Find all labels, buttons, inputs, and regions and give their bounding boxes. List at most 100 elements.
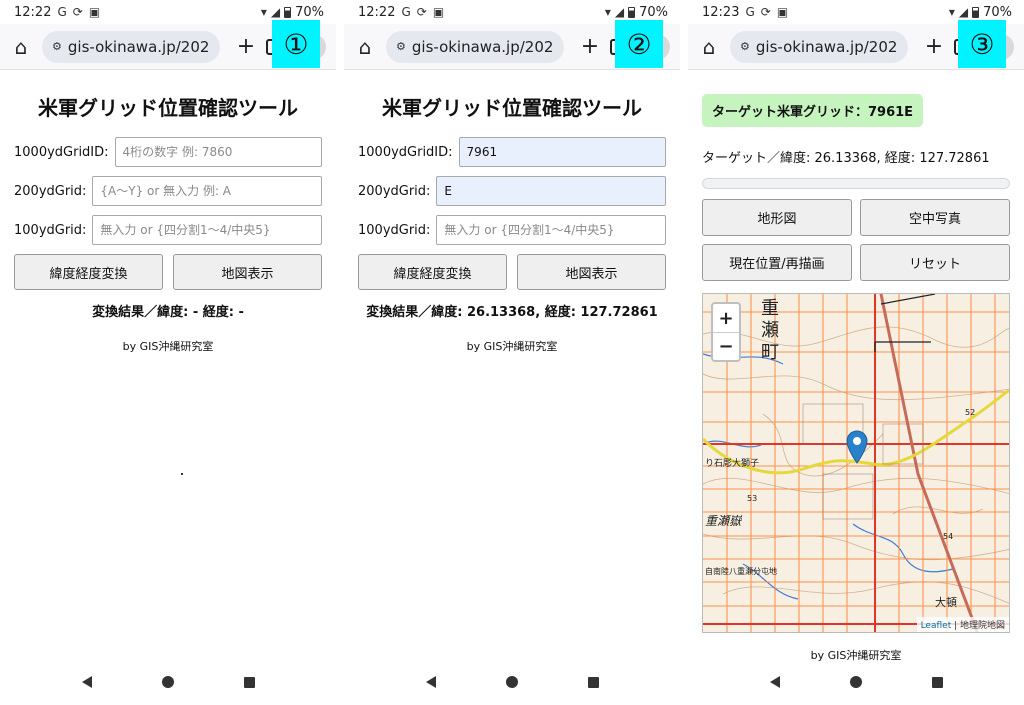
phone-screen-1: 12:22 G ⟳ ▣ ▾ ◢ 70% ⌂ ⚙ gis-okinawa.jp/2… (0, 0, 336, 705)
signal-icon: ◢ (270, 5, 281, 19)
map-label-place: 大頓 (935, 596, 957, 609)
recents-icon[interactable] (587, 676, 599, 688)
battery-icon (628, 6, 636, 18)
google-icon: G (745, 5, 755, 19)
zoom-control: + − (711, 302, 741, 362)
stray-dot (181, 473, 183, 475)
phone-screen-3: 12:23 G ⟳ ▣ ▾ ◢ 70% ⌂ ⚙ gis-okinawa.jp/2… (688, 0, 1024, 705)
topo-map-button[interactable]: 地形図 (702, 199, 852, 236)
battery-level: 70% (295, 4, 324, 20)
home-circle-icon[interactable] (849, 676, 862, 688)
site-settings-icon[interactable]: ⚙ (396, 40, 406, 53)
map-label-elev-54: 54 (943, 532, 954, 541)
convert-button[interactable]: 緯度経度変換 (358, 254, 507, 290)
sync-icon: ⟳ (72, 5, 83, 19)
address-bar[interactable]: ⚙ gis-okinawa.jp/2024f (386, 30, 564, 63)
url-text: gis-okinawa.jp/2024f (67, 37, 210, 56)
map-label-mountain: 重瀬嶽 (705, 514, 742, 528)
step-badge-1: ① (272, 20, 320, 68)
battery-icon (972, 6, 980, 18)
phone-screen-2: 12:22 G ⟳ ▣ ▾ ◢ 70% ⌂ ⚙ gis-okinawa.jp/2… (344, 0, 680, 705)
grid-1000-input[interactable] (114, 137, 322, 167)
home-circle-icon[interactable] (161, 676, 174, 688)
progress-bar (702, 178, 1010, 189)
address-bar[interactable]: ⚙ gis-okinawa.jp/2024f (730, 30, 908, 63)
notification-icon: ▣ (432, 5, 445, 19)
signal-icon: ◢ (614, 5, 625, 19)
wifi-icon: ▾ (604, 5, 611, 19)
reset-button[interactable]: リセット (860, 244, 1010, 281)
conversion-result: 変換結果／緯度: - 経度: - (92, 305, 244, 320)
site-settings-icon[interactable]: ⚙ (52, 40, 62, 53)
locate-redraw-button[interactable]: 現在位置/再描画 (702, 244, 852, 281)
back-icon[interactable] (425, 676, 436, 688)
back-icon[interactable] (769, 676, 780, 688)
back-icon[interactable] (81, 676, 92, 688)
sync-icon: ⟳ (416, 5, 427, 19)
step-badge-3: ③ (958, 20, 1006, 68)
show-map-button[interactable]: 地図表示 (173, 254, 322, 290)
target-latlon: ターゲット／緯度: 26.13368, 経度: 127.72861 (702, 151, 990, 166)
show-map-button[interactable]: 地図表示 (517, 254, 666, 290)
google-icon: G (401, 5, 411, 19)
battery-level: 70% (639, 4, 668, 20)
address-bar[interactable]: ⚙ gis-okinawa.jp/2024f (42, 30, 220, 63)
site-settings-icon[interactable]: ⚙ (740, 40, 750, 53)
leaflet-link[interactable]: Leaflet (921, 621, 952, 631)
battery-level: 70% (983, 4, 1012, 20)
convert-button[interactable]: 緯度経度変換 (14, 254, 163, 290)
grid-100-label: 100ydGrid: (14, 222, 87, 238)
google-icon: G (57, 5, 67, 19)
system-nav-bar (0, 667, 336, 697)
page-title: 米軍グリッド位置確認ツール (38, 96, 298, 120)
new-tab-icon[interactable]: + (924, 34, 944, 59)
map-view[interactable]: + − 重瀬町 り石彫大獅子 重瀬嶽 自南陸八重瀬分屯地 大頓 52 54 53… (702, 293, 1010, 633)
credit-text: by GIS沖縄研究室 (122, 340, 214, 353)
map-label-elev-53: 53 (747, 494, 758, 503)
grid-100-input[interactable] (92, 215, 322, 245)
status-time: 12:23 (702, 4, 740, 20)
grid-200-input[interactable] (92, 176, 322, 206)
grid-1000-label: 1000ydGridID: (358, 144, 453, 160)
new-tab-icon[interactable]: + (236, 34, 256, 59)
grid-100-input[interactable] (436, 215, 666, 245)
notification-icon: ▣ (88, 5, 101, 19)
home-circle-icon[interactable] (505, 676, 518, 688)
home-icon[interactable]: ⌂ (698, 35, 720, 59)
zoom-in-button[interactable]: + (713, 304, 739, 332)
zoom-out-button[interactable]: − (713, 332, 739, 360)
home-icon[interactable]: ⌂ (354, 35, 376, 59)
recents-icon[interactable] (931, 676, 943, 688)
url-text: gis-okinawa.jp/2024f (411, 37, 554, 56)
sync-icon: ⟳ (760, 5, 771, 19)
map-label-station: 自南陸八重瀬分屯地 (705, 567, 777, 576)
target-grid-chip: ターゲット米軍グリッド：7961E (702, 94, 924, 127)
new-tab-icon[interactable]: + (580, 34, 600, 59)
grid-1000-label: 1000ydGridID: (14, 144, 109, 160)
wifi-icon: ▾ (948, 5, 955, 19)
step-badge-2: ② (615, 20, 663, 68)
map-attribution: Leaflet | 地理院地図 (916, 617, 1009, 632)
grid-200-input[interactable] (436, 176, 666, 206)
location-marker-icon[interactable] (846, 430, 868, 464)
conversion-result: 変換結果／緯度: 26.13368, 経度: 127.72861 (366, 305, 658, 320)
system-nav-bar (344, 667, 680, 697)
grid-100-label: 100ydGrid: (358, 222, 431, 238)
grid-200-label: 200ydGrid: (14, 183, 87, 199)
status-time: 12:22 (358, 4, 396, 20)
aerial-photo-button[interactable]: 空中写真 (860, 199, 1010, 236)
grid-200-label: 200ydGrid: (358, 183, 431, 199)
recents-icon[interactable] (243, 676, 255, 688)
url-text: gis-okinawa.jp/2024f (755, 37, 898, 56)
page-title: 米軍グリッド位置確認ツール (382, 96, 642, 120)
map-label-elev-52: 52 (965, 408, 976, 417)
notification-icon: ▣ (776, 5, 789, 19)
signal-icon: ◢ (958, 5, 969, 19)
map-label-town: 重瀬町 (758, 298, 779, 364)
credit-text: by GIS沖縄研究室 (810, 649, 902, 662)
home-icon[interactable]: ⌂ (10, 35, 32, 59)
grid-1000-input[interactable] (458, 137, 666, 167)
wifi-icon: ▾ (260, 5, 267, 19)
gsi-attribution: | 地理院地図 (951, 621, 1005, 631)
status-time: 12:22 (14, 4, 52, 20)
